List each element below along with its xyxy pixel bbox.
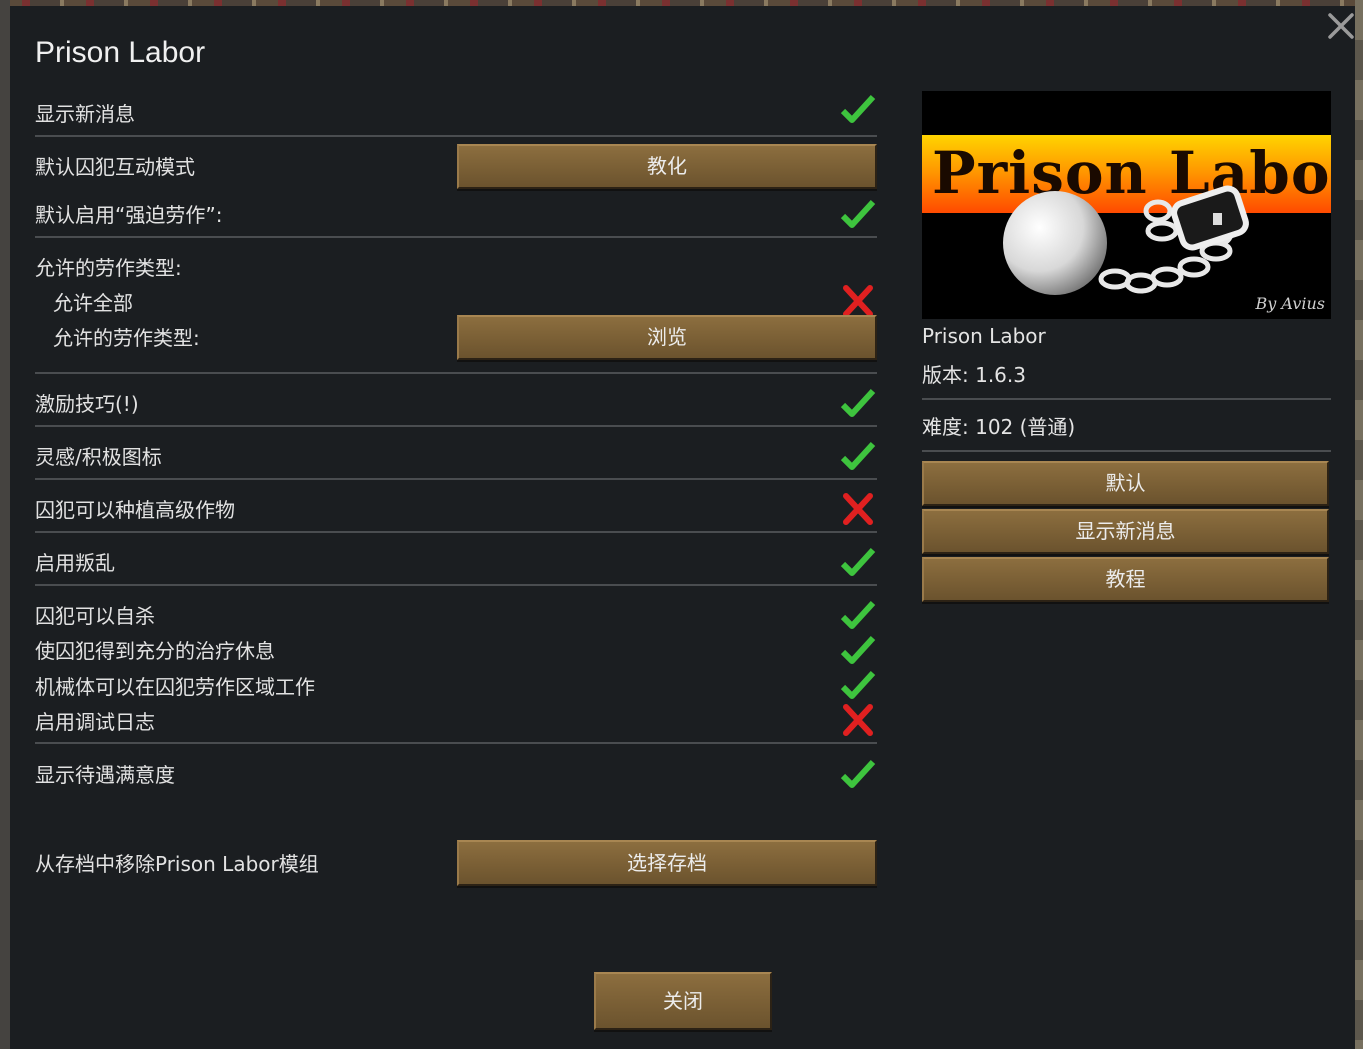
enable-revolts-checkbox[interactable]	[840, 545, 876, 579]
default-forced-labor-label: 默认启用“强迫劳作”:	[35, 203, 223, 227]
checkmark-icon	[840, 547, 876, 576]
separator	[35, 425, 877, 427]
separator	[35, 478, 877, 480]
checkmark-icon	[840, 441, 876, 470]
tutorial-button[interactable]: 教程	[922, 557, 1329, 602]
treatment-satisfaction-label: 显示待遇满意度	[35, 763, 175, 787]
advanced-crops-label: 囚犯可以种植高级作物	[35, 498, 235, 522]
cross-icon	[843, 285, 873, 317]
mechanoids-work-checkbox[interactable]	[840, 668, 876, 702]
checkmark-icon	[840, 635, 876, 664]
mechanoids-work-label: 机械体可以在囚犯劳作区域工作	[35, 675, 315, 699]
checkmark-icon	[840, 759, 876, 788]
treatment-rest-checkbox[interactable]	[840, 633, 876, 667]
suicide-checkbox[interactable]	[840, 598, 876, 632]
mod-difficulty: 难度: 102 (普通)	[922, 415, 1076, 439]
allowed-work-types-heading: 允许的劳作类型:	[35, 256, 182, 280]
browse-button[interactable]: 浏览	[457, 315, 877, 360]
show-news-checkbox[interactable]	[840, 92, 876, 126]
motivation-checkbox[interactable]	[840, 386, 876, 420]
separator	[35, 135, 877, 137]
checkmark-icon	[840, 199, 876, 228]
forced-labor-checkbox[interactable]	[840, 197, 876, 231]
debug-log-label: 启用调试日志	[35, 710, 155, 734]
inspiration-icon-label: 灵感/积极图标	[35, 445, 162, 469]
game-background-right	[1355, 0, 1363, 1049]
separator	[35, 236, 877, 238]
debug-log-checkbox[interactable]	[840, 703, 876, 737]
preview-byline: By Avius	[1255, 294, 1325, 313]
show-news-label: 显示新消息	[35, 102, 135, 126]
advanced-crops-checkbox[interactable]	[840, 492, 876, 526]
cross-icon	[843, 704, 873, 736]
show-news-button[interactable]: 显示新消息	[922, 509, 1329, 554]
mod-name: Prison Labor	[922, 324, 1046, 348]
select-save-button[interactable]: 选择存档	[457, 840, 877, 886]
separator	[35, 742, 877, 744]
allowed-types-browse-label: 允许的劳作类型:	[53, 326, 200, 350]
mod-settings-dialog: Prison Labor 显示新消息 默认囚犯互动模式 教化 默认启用“强迫劳作…	[10, 6, 1355, 1049]
checkmark-icon	[840, 670, 876, 699]
motivation-label: 激励技巧(!)	[35, 392, 139, 416]
separator	[35, 531, 877, 533]
separator	[35, 372, 877, 374]
separator	[922, 398, 1331, 400]
checkmark-icon	[840, 600, 876, 629]
suicide-label: 囚犯可以自杀	[35, 604, 155, 628]
dialog-title: Prison Labor	[35, 36, 206, 69]
separator	[35, 584, 877, 586]
checkmark-icon	[840, 94, 876, 123]
separator	[922, 450, 1331, 452]
allow-all-label: 允许全部	[53, 291, 133, 315]
mod-preview-image: Prison Labor By Avius	[922, 91, 1331, 319]
close-icon[interactable]	[1324, 9, 1358, 43]
interaction-mode-button[interactable]: 教化	[457, 144, 877, 189]
inspiration-icon-checkbox[interactable]	[840, 439, 876, 473]
enable-revolts-label: 启用叛乱	[35, 551, 115, 575]
default-button[interactable]: 默认	[922, 461, 1329, 506]
checkmark-icon	[840, 388, 876, 417]
ball-and-chain-icon	[1003, 185, 1249, 295]
allow-all-checkbox[interactable]	[840, 284, 876, 318]
default-interaction-label: 默认囚犯互动模式	[35, 155, 195, 179]
mod-version: 版本: 1.6.3	[922, 363, 1026, 387]
treatment-rest-label: 使囚犯得到充分的治疗休息	[35, 639, 275, 663]
close-button[interactable]: 关闭	[594, 972, 772, 1030]
game-background-left	[0, 0, 10, 1049]
treatment-satisfaction-checkbox[interactable]	[840, 757, 876, 791]
cross-icon	[843, 493, 873, 525]
remove-mod-label: 从存档中移除Prison Labor模组	[35, 852, 319, 876]
